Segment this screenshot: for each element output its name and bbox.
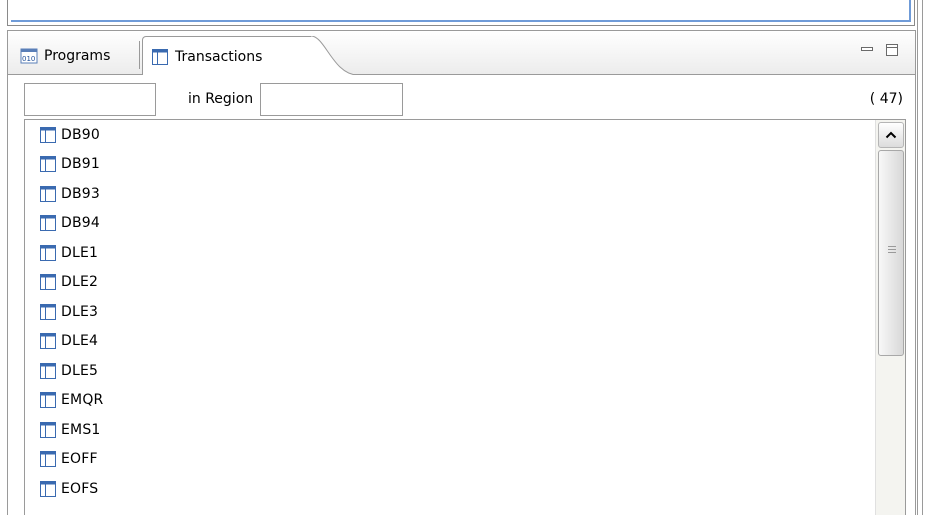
- list-item[interactable]: DB91: [25, 150, 871, 180]
- list-item[interactable]: DB94: [25, 209, 871, 239]
- list-item[interactable]: EMQR: [25, 386, 871, 416]
- tab-separator: [139, 41, 140, 69]
- top-panel: [7, 0, 915, 26]
- list-item[interactable]: EMS1: [25, 415, 871, 445]
- region-filter-input[interactable]: [260, 83, 403, 116]
- transactions-view: 010 Programs Transactions in Region (47…: [7, 30, 916, 515]
- list-item-label: DLE4: [61, 333, 99, 350]
- list-item[interactable]: DLE3: [25, 297, 871, 327]
- transaction-table-icon: [40, 274, 56, 291]
- list-item-label: EMQR: [61, 392, 104, 409]
- list-item-label: DLE2: [61, 274, 99, 291]
- list-item[interactable]: DLE5: [25, 356, 871, 386]
- transaction-table-icon: [40, 362, 56, 379]
- list-item[interactable]: DB90: [25, 120, 871, 150]
- filter-row: in Region ( 47): [8, 75, 915, 116]
- list-item-label: EOFS: [61, 480, 99, 497]
- tab-programs-label: Programs: [44, 47, 111, 64]
- maximize-icon[interactable]: [885, 43, 899, 57]
- transaction-table-icon: [40, 421, 56, 438]
- right-panel-edge: [917, 0, 928, 515]
- transaction-table-icon: [40, 303, 56, 320]
- list-item-label: DLE5: [61, 362, 99, 379]
- list-item[interactable]: EOFF: [25, 445, 871, 475]
- binary-program-icon: 010: [20, 48, 38, 63]
- tab-strip: 010 Programs Transactions: [8, 31, 915, 76]
- list-item[interactable]: DLE2: [25, 268, 871, 298]
- tab-transactions-label: Transactions: [175, 48, 263, 65]
- list-item[interactable]: DLE1: [25, 238, 871, 268]
- svg-text:010: 010: [22, 55, 35, 63]
- tab-transactions[interactable]: Transactions: [142, 36, 312, 76]
- transaction-table-icon: [40, 451, 56, 468]
- transaction-table-icon: [40, 333, 56, 350]
- transaction-table-icon: [40, 156, 56, 173]
- tab-curve: [311, 36, 357, 76]
- item-count: ( 47): [869, 91, 903, 107]
- transaction-filter-input[interactable]: [24, 83, 156, 116]
- transaction-table-icon: [40, 185, 56, 202]
- transaction-table-icon: [40, 244, 56, 261]
- transaction-table-icon: [40, 126, 56, 143]
- list-item-label: EMS1: [61, 421, 101, 438]
- scroll-up-button[interactable]: [878, 122, 904, 148]
- scroll-grip-icon: [888, 246, 896, 256]
- list-item-label: DB94: [61, 215, 100, 232]
- transaction-table-icon: [40, 215, 56, 232]
- transaction-table-icon: [40, 480, 56, 497]
- chevron-up-icon: [885, 131, 897, 139]
- transaction-table-icon: [152, 48, 168, 65]
- list-item-label: DLE3: [61, 303, 99, 320]
- list-item[interactable]: EOFS: [25, 474, 871, 504]
- transaction-table-icon: [40, 392, 56, 409]
- list-item[interactable]: DLE4: [25, 327, 871, 357]
- list-item-label: DB91: [61, 156, 100, 173]
- minimize-icon[interactable]: [860, 43, 874, 57]
- transaction-list: DB90 DB91 DB93 DB94 DLE1 DLE2 DLE3 DLE4 DLE5 EMQR…: [24, 119, 906, 515]
- vertical-scrollbar[interactable]: [875, 120, 905, 515]
- transaction-list-items: DB90 DB91 DB93 DB94 DLE1 DLE2 DLE3 DLE4 DLE5 EMQR…: [25, 120, 871, 504]
- list-item[interactable]: DB93: [25, 179, 871, 209]
- tab-programs[interactable]: 010 Programs: [12, 36, 143, 75]
- list-item-label: DLE1: [61, 244, 99, 261]
- list-item-label: DB93: [61, 185, 100, 202]
- list-item-label: DB90: [61, 126, 100, 143]
- scroll-thumb[interactable]: [878, 150, 904, 356]
- region-label: in Region: [188, 91, 254, 107]
- list-item-label: EOFF: [61, 451, 98, 468]
